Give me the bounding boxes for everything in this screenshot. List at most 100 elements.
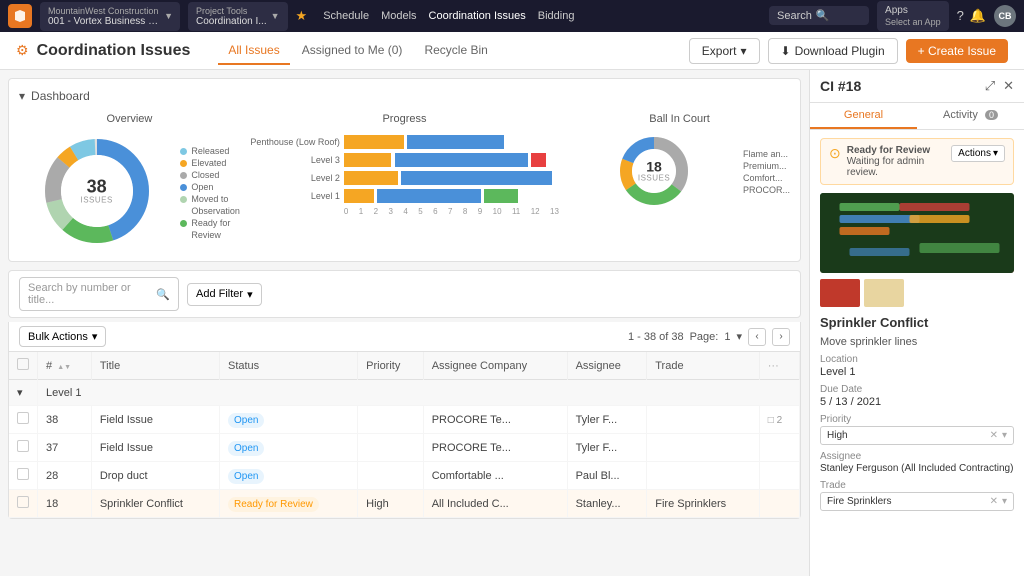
row-extra [759, 434, 799, 462]
nav-link-coordination[interactable]: Coordination Issues [429, 10, 526, 22]
table-row[interactable]: 18 Sprinkler Conflict Ready for Review H… [9, 490, 800, 518]
rp-alert-text: Ready for Review Waiting for admin revie… [847, 145, 945, 178]
col-more[interactable]: ··· [759, 352, 799, 380]
legend-dot [180, 148, 187, 155]
rp-location-field: Location Level 1 [820, 354, 1014, 378]
next-page-button[interactable]: › [772, 328, 790, 346]
row-checkbox[interactable] [17, 496, 29, 508]
col-num: # ▲▼ [38, 352, 92, 380]
priority-x-icon[interactable]: ✕ [990, 430, 998, 441]
filter-chevron-icon: ▾ [247, 288, 253, 301]
nav-link-schedule[interactable]: Schedule [323, 10, 369, 22]
favorites-star-icon[interactable]: ★ [296, 8, 308, 24]
sort-icon[interactable]: ▲▼ [57, 364, 71, 371]
row-assignee-company: PROCORE Te... [423, 434, 567, 462]
trade-chevron-icon[interactable]: ▾ [1002, 496, 1007, 507]
legend-dot [180, 160, 187, 167]
prev-page-button[interactable]: ‹ [748, 328, 766, 346]
filter-label: Add Filter [196, 288, 243, 300]
row-checkbox[interactable] [17, 412, 29, 424]
apps-selector[interactable]: Apps Select an App [877, 1, 949, 32]
overview-title: Overview [19, 113, 240, 125]
thumbnail[interactable] [864, 279, 904, 307]
dashboard-toggle[interactable]: ▾ Dashboard [19, 89, 790, 103]
left-panel: ▾ Dashboard Overview [0, 70, 809, 576]
help-icon[interactable]: ? [957, 8, 964, 23]
table-row[interactable]: 37 Field Issue Open PROCORE Te... Tyler … [9, 434, 800, 462]
bar-seg-green [484, 189, 518, 203]
row-checkbox[interactable] [17, 468, 29, 480]
row-status: Open [219, 406, 357, 434]
rp-actions-button[interactable]: Actions ▾ [951, 145, 1005, 162]
row-priority [358, 434, 424, 462]
status-badge: Ready for Review [228, 497, 319, 512]
apps-sub: Select an App [885, 17, 941, 28]
trade-value: Fire Sprinklers [827, 496, 891, 507]
close-icon[interactable]: ✕ [1003, 78, 1014, 94]
bar-seg-orange [344, 153, 391, 167]
user-avatar[interactable]: CB [994, 5, 1016, 27]
global-search-box[interactable]: Search 🔍 [769, 6, 869, 25]
project-selector[interactable]: MountainWest Construction 001 - Vortex B… [40, 2, 180, 31]
progress-chart: Progress Penthouse (Low Roof) Level 3 [250, 113, 559, 251]
row-trade [647, 462, 760, 490]
assignee-value: Stanley Ferguson (All Included Contracti… [820, 463, 1014, 474]
row-checkbox[interactable] [17, 440, 29, 452]
nav-link-models[interactable]: Models [381, 10, 416, 22]
thumbnail[interactable] [820, 279, 860, 307]
select-actions: ✕ ▾ [990, 430, 1007, 441]
rp-title: CI #18 [820, 78, 861, 94]
pagination-info: 1 - 38 of 38 Page: 1 ▾ ‹ › [628, 328, 790, 346]
page-tabs: All Issues Assigned to Me (0) Recycle Bi… [218, 37, 497, 65]
add-filter-button[interactable]: Add Filter ▾ [187, 283, 262, 306]
row-num: 18 [38, 490, 92, 518]
tab-recycle-bin[interactable]: Recycle Bin [414, 37, 497, 65]
tab-assigned-to-me[interactable]: Assigned to Me (0) [292, 37, 413, 65]
rp-tab-activity[interactable]: Activity 0 [917, 103, 1024, 129]
nav-link-bidding[interactable]: Bidding [538, 10, 575, 22]
rp-due-date-field: Due Date 5 / 13 / 2021 [820, 384, 1014, 408]
apps-label: Apps [885, 5, 941, 17]
row-checkbox-cell [9, 462, 38, 490]
bar-row-level1: Level 1 [250, 189, 559, 203]
bulk-actions-button[interactable]: Bulk Actions ▾ [19, 326, 106, 347]
priority-select[interactable]: High ✕ ▾ [820, 426, 1014, 445]
row-priority: High [358, 490, 424, 518]
rp-issue-name-field: Sprinkler Conflict [820, 315, 1014, 330]
table-row[interactable]: 38 Field Issue Open PROCORE Te... Tyler … [9, 406, 800, 434]
create-issue-button[interactable]: + Create Issue [906, 39, 1008, 63]
legend-dot [180, 172, 187, 179]
trade-select[interactable]: Fire Sprinklers ✕ ▾ [820, 492, 1014, 511]
priority-chevron-icon[interactable]: ▾ [1002, 430, 1007, 441]
bar-label: Level 3 [250, 155, 340, 165]
issue-search-input[interactable]: Search by number or title... 🔍 [19, 277, 179, 311]
notification-icon[interactable]: 🔔 [970, 8, 986, 24]
tools-selector[interactable]: Project Tools Coordination I... ▼ [188, 2, 288, 31]
row-checkbox-cell [9, 406, 38, 434]
table-row[interactable]: 28 Drop duct Open Comfortable ... Paul B… [9, 462, 800, 490]
overview-donut-center: 38 ISSUES [81, 178, 113, 205]
export-button[interactable]: Export ▾ [689, 38, 760, 64]
issue-name: Sprinkler Conflict [820, 315, 1014, 330]
group-expand-icon[interactable]: ▾ [9, 380, 38, 406]
legend-ready2: Review [180, 230, 240, 240]
col-priority: Priority [358, 352, 424, 380]
trade-label: Trade [820, 480, 1014, 491]
trade-x-icon[interactable]: ✕ [990, 496, 998, 507]
row-priority [358, 406, 424, 434]
rp-header: CI #18 ⤢ ✕ [810, 70, 1024, 103]
main-content: ▾ Dashboard Overview [0, 70, 1024, 576]
trade-select-actions: ✕ ▾ [990, 496, 1007, 507]
row-status: Ready for Review [219, 490, 357, 518]
activity-badge: 0 [985, 110, 998, 120]
location-value: Level 1 [820, 366, 1014, 378]
download-plugin-button[interactable]: ⬇ Download Plugin [768, 38, 898, 64]
nav-logo[interactable] [8, 4, 32, 28]
external-link-icon[interactable]: ⤢ [985, 78, 995, 94]
tab-all-issues[interactable]: All Issues [218, 37, 289, 65]
bic-legend-premium: Premium... [743, 161, 790, 171]
rp-tab-general[interactable]: General [810, 103, 917, 129]
rp-issue-image[interactable] [820, 193, 1014, 273]
select-all-checkbox[interactable] [17, 358, 29, 370]
ball-in-court-chart: Ball In Court [569, 113, 790, 251]
